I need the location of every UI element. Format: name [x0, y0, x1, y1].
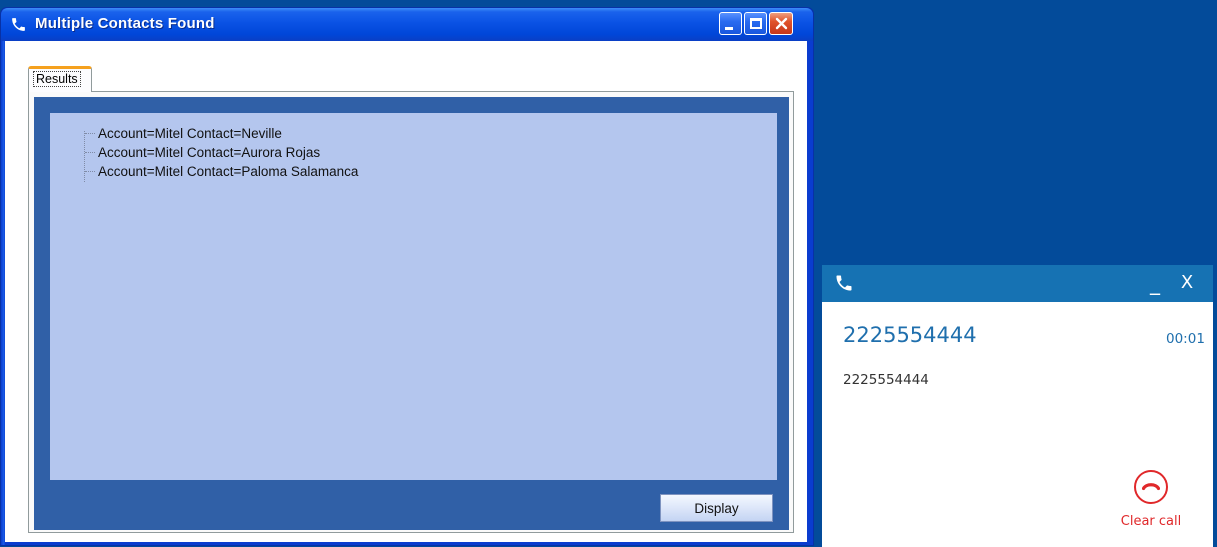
display-button[interactable]: Display: [660, 494, 773, 522]
window-title: Multiple Contacts Found: [35, 15, 215, 32]
tree-item-label: Account=Mitel Contact=Paloma Salamanca: [98, 163, 359, 179]
clear-call-button[interactable]: Clear call: [1120, 465, 1202, 533]
minimize-button[interactable]: [719, 12, 742, 35]
tab-results-label: Results: [33, 71, 81, 87]
call-timer: 00:01: [1166, 331, 1205, 347]
clear-call-label: Clear call: [1120, 514, 1182, 529]
caller-name: 2225554444: [843, 372, 929, 388]
tab-results[interactable]: Results: [28, 66, 92, 92]
contacts-window: Multiple Contacts Found Results Account=…: [0, 7, 814, 546]
tree-item[interactable]: Account=Mitel Contact=Aurora Rojas: [85, 143, 320, 161]
toast-minimize-button[interactable]: _: [1145, 271, 1165, 295]
close-button[interactable]: [769, 12, 793, 35]
call-number: 2225554444: [843, 323, 977, 347]
tree-item-label: Account=Mitel Contact=Neville: [98, 125, 282, 141]
toast-close-button[interactable]: X: [1176, 271, 1198, 295]
tree-item[interactable]: Account=Mitel Contact=Paloma Salamanca: [85, 162, 358, 180]
call-toast-header: _ X: [822, 265, 1213, 302]
tree-item[interactable]: Account=Mitel Contact=Neville: [85, 124, 282, 142]
hang-up-icon: [1134, 470, 1168, 504]
tree-item-label: Account=Mitel Contact=Aurora Rojas: [98, 144, 321, 160]
phone-icon: [12, 18, 25, 31]
maximize-icon: [749, 18, 762, 29]
window-client-area: Results Account=Mitel Contact=Neville Ac…: [5, 41, 807, 542]
close-icon: [775, 17, 787, 30]
window-titlebar[interactable]: Multiple Contacts Found: [1, 8, 813, 41]
phone-icon: [836, 275, 852, 291]
minimize-icon: [724, 26, 733, 30]
maximize-button[interactable]: [744, 12, 767, 35]
call-toast: _ X 2225554444 00:01 2225554444 Clear ca…: [822, 265, 1213, 547]
